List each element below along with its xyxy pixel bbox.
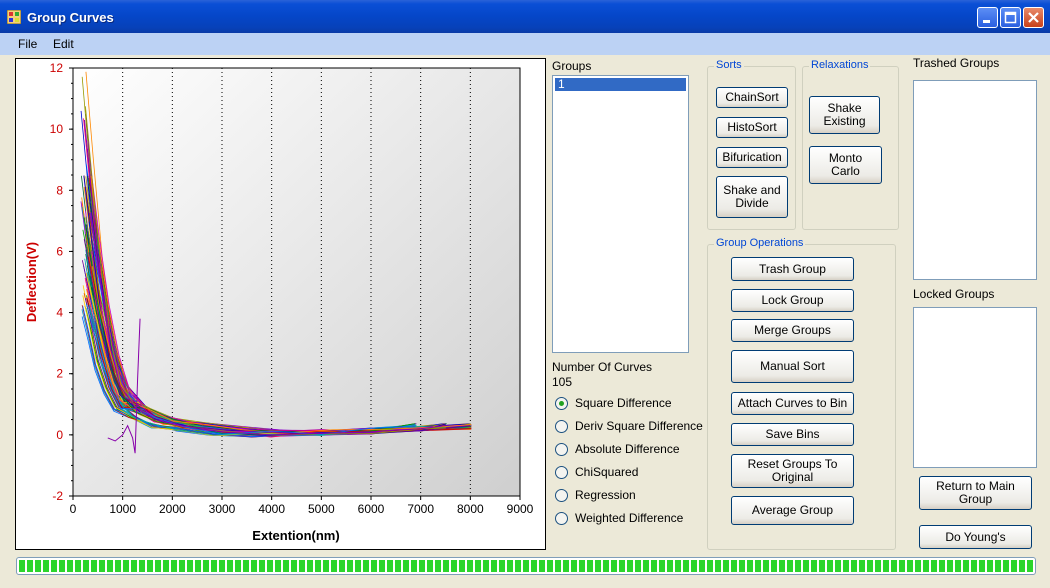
y-tick-label: 12	[50, 61, 64, 75]
radio-icon[interactable]	[555, 488, 568, 502]
trash-group-button[interactable]: Trash Group	[731, 257, 854, 281]
number-of-curves-value: 105	[552, 375, 573, 389]
relaxations-title: Relaxations	[809, 59, 871, 71]
x-tick-label: 6000	[358, 502, 385, 516]
x-tick-label: 0	[70, 502, 77, 516]
x-axis-label: Extention(nm)	[252, 528, 339, 543]
window-title: Group Curves	[27, 10, 114, 25]
radio-icon[interactable]	[555, 465, 568, 479]
average-group-button[interactable]: Average Group	[731, 496, 854, 525]
x-tick-label: 2000	[159, 502, 186, 516]
menu-file[interactable]: File	[18, 37, 37, 51]
title-bar[interactable]: Group Curves	[0, 0, 1050, 33]
y-tick-label: 6	[56, 244, 63, 258]
radio-selected-icon[interactable]	[555, 396, 568, 410]
radio-square-difference[interactable]: Square Difference	[555, 395, 672, 411]
maximize-button[interactable]	[1000, 7, 1021, 28]
y-tick-label: 8	[56, 183, 63, 197]
reset-groups-button[interactable]: Reset Groups To Original	[731, 454, 854, 488]
x-tick-label: 1000	[109, 502, 136, 516]
radio-regression[interactable]: Regression	[555, 487, 636, 503]
merge-groups-button[interactable]: Merge Groups	[731, 319, 854, 342]
chart-panel: 0 1000 2000 3000 4000 5000 6000 7000 8000 9000 -2 0…	[15, 58, 546, 550]
locked-groups-list[interactable]	[913, 307, 1037, 468]
do-youngs-button[interactable]: Do Young's	[919, 525, 1032, 549]
y-tick-label: 0	[56, 428, 63, 442]
minimize-button[interactable]	[977, 7, 998, 28]
y-tick-label: 4	[56, 306, 63, 320]
save-bins-button[interactable]: Save Bins	[731, 423, 854, 446]
close-icon	[1028, 12, 1039, 23]
deflection-chart: 0 1000 2000 3000 4000 5000 6000 7000 8000 9000 -2 0…	[24, 61, 534, 543]
progress-fill	[19, 560, 1033, 572]
y-tick-label: -2	[52, 489, 63, 503]
radio-icon[interactable]	[555, 511, 568, 525]
x-tick-label: 5000	[308, 502, 335, 516]
group-operations-title: Group Operations	[714, 237, 806, 249]
bifurication-button[interactable]: Bifurication	[716, 147, 788, 168]
shake-and-divide-button[interactable]: Shake and Divide	[716, 176, 788, 218]
radio-chisquared[interactable]: ChiSquared	[555, 464, 638, 480]
trashed-groups-label: Trashed Groups	[913, 56, 1000, 70]
number-of-curves-label: Number Of Curves	[552, 360, 653, 374]
x-tick-label: 9000	[507, 502, 534, 516]
progress-bar	[16, 557, 1036, 575]
radio-deriv-square-difference[interactable]: Deriv Square Difference	[555, 418, 703, 434]
menu-bar: File Edit	[0, 33, 1050, 55]
y-tick-label: 10	[50, 122, 64, 136]
radio-icon[interactable]	[555, 442, 568, 456]
x-tick-label: 8000	[457, 502, 484, 516]
locked-groups-label: Locked Groups	[913, 287, 995, 301]
x-tick-label: 7000	[407, 502, 434, 516]
maximize-icon	[1004, 11, 1017, 24]
trashed-groups-list[interactable]	[913, 80, 1037, 280]
menu-edit[interactable]: Edit	[53, 37, 74, 51]
chainsort-button[interactable]: ChainSort	[716, 87, 788, 108]
shake-existing-button[interactable]: Shake Existing	[809, 96, 880, 134]
histosort-button[interactable]: HistoSort	[716, 117, 788, 138]
radio-weighted-difference[interactable]: Weighted Difference	[555, 510, 683, 526]
manual-sort-button[interactable]: Manual Sort	[731, 350, 854, 383]
close-button[interactable]	[1023, 7, 1044, 28]
groups-list[interactable]: 1	[552, 75, 689, 353]
y-tick-label: 2	[56, 367, 63, 381]
lock-group-button[interactable]: Lock Group	[731, 289, 854, 312]
return-to-main-group-button[interactable]: Return to Main Group	[919, 476, 1032, 510]
list-item[interactable]: 1	[555, 78, 686, 91]
x-tick-label: 3000	[209, 502, 236, 516]
monte-carlo-button[interactable]: Monto Carlo	[809, 146, 882, 184]
x-tick-label: 4000	[258, 502, 285, 516]
minimize-icon	[983, 20, 990, 23]
radio-icon[interactable]	[555, 419, 568, 433]
attach-curves-button[interactable]: Attach Curves to Bin	[731, 392, 854, 415]
app-icon	[7, 10, 21, 24]
groups-label: Groups	[552, 59, 592, 73]
sorts-title: Sorts	[714, 59, 744, 71]
y-axis-label: Deflection(V)	[24, 242, 39, 322]
radio-absolute-difference[interactable]: Absolute Difference	[555, 441, 680, 457]
